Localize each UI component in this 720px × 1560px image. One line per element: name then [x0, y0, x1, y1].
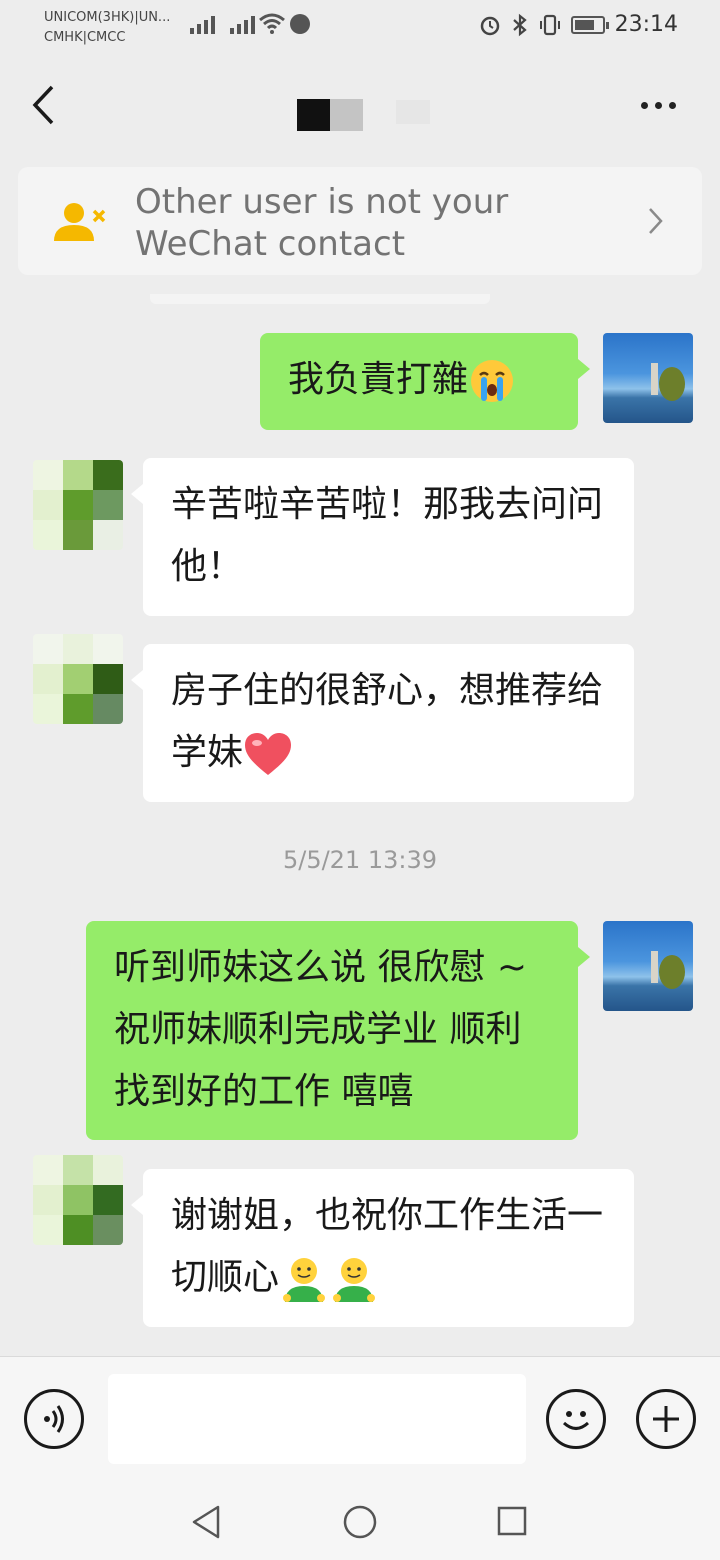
message-text: 房子住的很舒心，想推荐给学妹 — [171, 670, 604, 773]
chat-title-redacted — [297, 99, 363, 131]
nav-home-icon[interactable] — [342, 1504, 378, 1540]
avatar-contact[interactable] — [33, 460, 123, 550]
avatar-self[interactable] — [603, 921, 693, 1011]
user-remove-icon — [54, 203, 106, 241]
carrier-line-2: CMHK|CMCC — [44, 30, 126, 45]
voice-button[interactable] — [24, 1389, 84, 1449]
nav-back-icon[interactable] — [190, 1504, 222, 1540]
chat-header — [0, 60, 720, 156]
message-text: 谢谢姐，也祝你工作生活一切顺心 — [171, 1195, 604, 1298]
message-bubble-out[interactable]: 我负責打雜 — [260, 333, 590, 430]
wifi-icon — [259, 13, 285, 34]
alarm-icon — [480, 16, 499, 35]
spotify-icon — [290, 14, 310, 34]
message-bubble-out[interactable]: 听到师妹这么说 很欣慰 ~ 祝师妹顺利完成学业 顺利找到好的工作 嘻嘻 — [86, 921, 590, 1140]
status-bar: UNICOM(3HK)|UN... CMHK|CMCC 23:14 — [0, 0, 720, 60]
message-input[interactable] — [108, 1374, 526, 1464]
message-bubble-in[interactable]: 房子住的很舒心，想推荐给学妹 — [131, 644, 634, 802]
not-contact-notice[interactable]: Other user is not your WeChat contact — [18, 167, 702, 275]
avatar-self[interactable] — [603, 333, 693, 423]
carrier-line-1: UNICOM(3HK)|UN... — [44, 10, 171, 25]
smile-person-icon — [283, 1258, 326, 1302]
bluetooth-icon — [512, 13, 527, 36]
input-bar — [0, 1356, 720, 1482]
signal-icon — [190, 12, 215, 34]
plus-icon — [653, 1406, 679, 1432]
more-dots-icon[interactable] — [641, 102, 676, 109]
heart-icon — [245, 733, 292, 775]
system-navigation-bar — [0, 1482, 720, 1560]
emoji-button[interactable] — [546, 1389, 606, 1449]
message-timestamp: 5/5/21 13:39 — [282, 846, 438, 874]
chevron-left-icon[interactable] — [30, 84, 56, 126]
message-text: 辛苦啦辛苦啦！那我去问问他！ — [171, 484, 604, 587]
smile-person-icon — [333, 1258, 376, 1302]
avatar-contact[interactable] — [33, 1155, 123, 1245]
voice-icon — [44, 1405, 64, 1433]
notice-text: Other user is not your WeChat contact — [135, 182, 509, 264]
vibrate-icon — [539, 14, 560, 35]
message-bubble-in[interactable]: 谢谢姐，也祝你工作生活一切顺心 — [131, 1169, 634, 1327]
message-text: 我负責打雜 — [288, 359, 469, 400]
chat-title-redacted-faint — [396, 100, 430, 124]
emoji-icon — [562, 1411, 590, 1430]
plus-button[interactable] — [636, 1389, 696, 1449]
message-text: 听到师妹这么说 很欣慰 ~ 祝师妹顺利完成学业 顺利找到好的工作 嘻嘻 — [114, 947, 528, 1112]
message-fragment — [150, 294, 490, 304]
message-bubble-in[interactable]: 辛苦啦辛苦啦！那我去问问他！ — [131, 458, 634, 616]
battery-icon — [570, 15, 609, 34]
crying-face-icon — [471, 360, 514, 402]
avatar-contact[interactable] — [33, 634, 123, 724]
signal-icon — [230, 12, 255, 34]
chevron-right-icon — [649, 208, 663, 234]
carrier-info: UNICOM(3HK)|UN... CMHK|CMCC — [44, 8, 170, 48]
clock: 23:14 — [614, 12, 678, 37]
nav-recents-icon[interactable] — [496, 1505, 528, 1537]
